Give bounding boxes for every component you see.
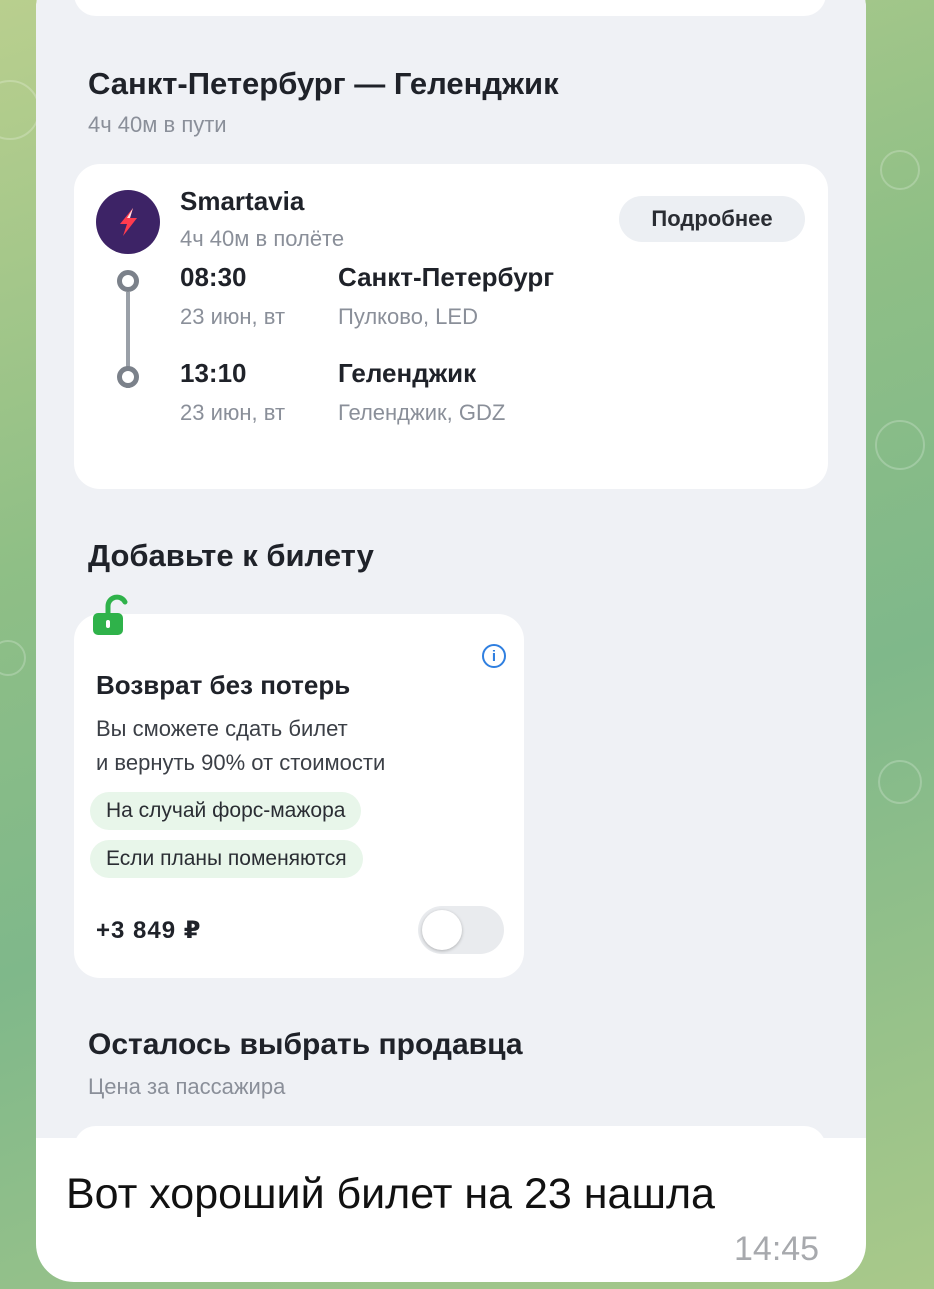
ticket-screenshot[interactable]: Санкт-Петербург — Геленджик 4ч 40м в пут… (36, 0, 866, 1166)
wallpaper-doodle (875, 420, 925, 470)
departure-time: 08:30 (180, 262, 247, 292)
arrival-city: Геленджик (338, 358, 477, 388)
unlocked-padlock-icon (93, 594, 128, 635)
addon-title: Возврат без потерь (96, 670, 351, 700)
seller-subtitle: Цена за пассажира (88, 1074, 286, 1099)
addon-description: Вы сможете сдать билет и вернуть 90% от … (96, 712, 385, 780)
wallpaper-doodle (880, 150, 920, 190)
message-bubble[interactable]: Санкт-Петербург — Геленджик 4ч 40м в пут… (36, 0, 866, 1282)
departure-airport: Пулково, LED (338, 304, 478, 329)
addon-toggle[interactable] (418, 906, 504, 954)
wallpaper-doodle (0, 640, 26, 676)
addons-title: Добавьте к билету (88, 538, 374, 573)
arrival-date: 23 июн, вт (180, 400, 286, 425)
addon-description-line: Вы сможете сдать билет (96, 716, 348, 741)
seller-card (74, 1126, 826, 1166)
departure-city: Санкт-Петербург (338, 262, 555, 292)
departure-date: 23 июн, вт (180, 304, 286, 329)
addon-price: +3 849 ₽ (96, 917, 202, 944)
addon-tag: Если планы поменяются (90, 840, 363, 878)
info-icon[interactable]: i (482, 644, 506, 668)
toggle-knob (422, 910, 462, 950)
seller-title: Осталось выбрать продавца (88, 1028, 523, 1061)
route-title: Санкт-Петербург — Геленджик (88, 66, 559, 101)
travel-time: 4ч 40м в пути (88, 112, 227, 137)
message-text: Вот хороший билет на 23 нашла (66, 1170, 715, 1218)
smartavia-logo-icon (96, 190, 160, 254)
wallpaper-doodle (0, 80, 40, 140)
addon-tag: На случай форс-мажора (90, 792, 362, 830)
previous-card (74, 0, 826, 16)
arrival-time: 13:10 (180, 358, 247, 388)
addon-description-line: и вернуть 90% от стоимости (96, 750, 386, 775)
wallpaper-doodle (878, 760, 922, 804)
arrival-airport: Геленджик, GDZ (338, 400, 506, 425)
departure-dot-icon (117, 270, 139, 292)
flight-card: Smartavia 4ч 40м в полёте Подробнее 08:3… (74, 164, 828, 489)
refund-addon-card[interactable]: i Возврат без потерь Вы сможете сдать би… (74, 614, 524, 978)
airline-name: Smartavia (180, 186, 305, 216)
message-time: 14:45 (734, 1230, 820, 1268)
arrival-dot-icon (117, 366, 139, 388)
details-button[interactable]: Подробнее (619, 196, 805, 242)
flight-duration: 4ч 40м в полёте (180, 226, 345, 251)
